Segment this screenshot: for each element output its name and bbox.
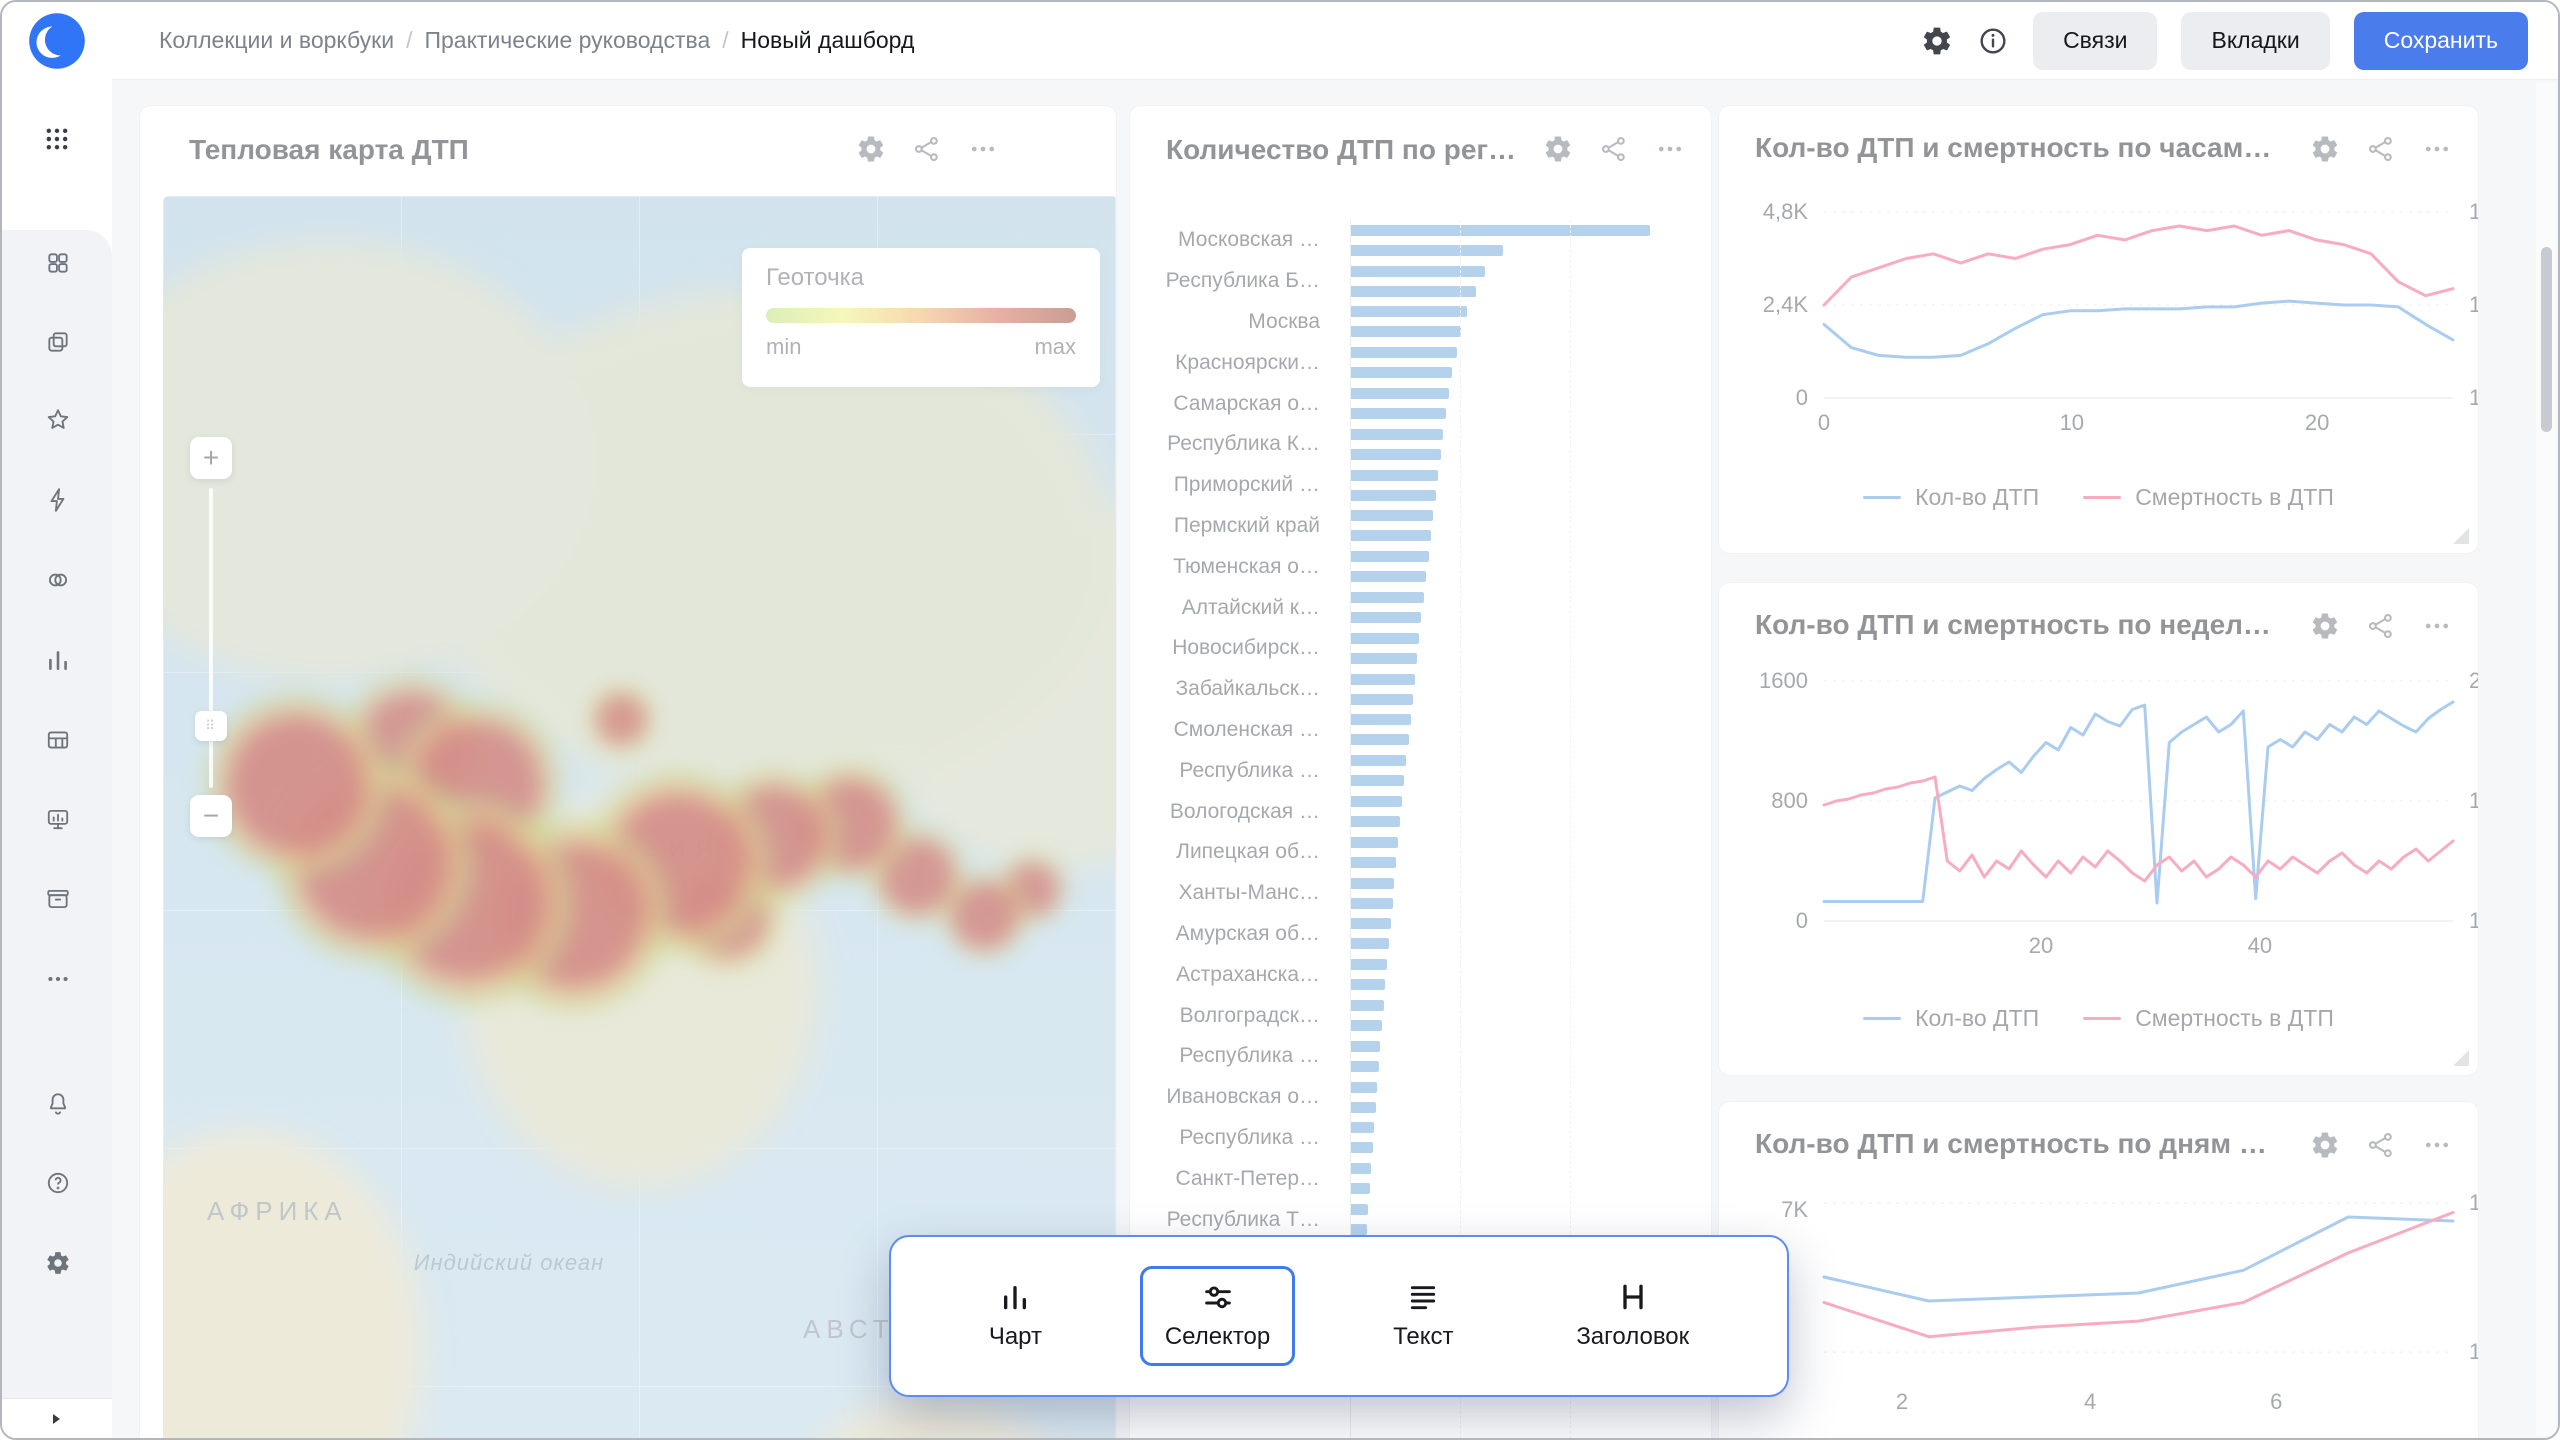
insert-chart-label: Чарт xyxy=(989,1323,1042,1351)
selector-sliders-icon xyxy=(1202,1281,1234,1313)
collapse-sidebar-icon[interactable] xyxy=(48,1411,64,1427)
insert-selector-label: Селектор xyxy=(1165,1323,1270,1351)
favorites-star-icon[interactable] xyxy=(45,407,71,433)
text-icon xyxy=(1407,1281,1439,1313)
widgets-icon[interactable] xyxy=(45,250,71,276)
app-window: Коллекции и воркбуки / Практические руко… xyxy=(0,0,2560,1440)
datalens-logo-icon[interactable] xyxy=(28,12,86,70)
top-header: Коллекции и воркбуки / Практические руко… xyxy=(112,2,2558,80)
dashboard-settings-gear-icon[interactable] xyxy=(1921,25,1953,57)
insert-element-toolbar: Чарт Селектор Текст Заголовок xyxy=(889,1235,1789,1397)
vertical-scrollbar[interactable] xyxy=(2536,82,2556,1436)
save-button[interactable]: Сохранить xyxy=(2354,12,2528,70)
breadcrumb-collections[interactable]: Коллекции и воркбуки xyxy=(159,27,394,54)
breadcrumb-separator: / xyxy=(406,27,412,54)
insert-heading-button[interactable]: Заголовок xyxy=(1551,1266,1714,1366)
more-icon[interactable] xyxy=(45,966,71,992)
monitoring-icon[interactable] xyxy=(45,806,71,832)
scrollbar-thumb[interactable] xyxy=(2541,247,2552,432)
links-button[interactable]: Связи xyxy=(2033,12,2157,70)
heading-icon xyxy=(1617,1281,1649,1313)
breadcrumb-current-dashboard: Новый дашборд xyxy=(741,27,915,54)
sidebar-footer xyxy=(2,1398,112,1438)
datasets-table-icon[interactable] xyxy=(45,727,71,753)
info-icon[interactable] xyxy=(1977,25,2009,57)
insert-heading-label: Заголовок xyxy=(1576,1323,1689,1351)
storage-box-icon[interactable] xyxy=(45,886,71,912)
apps-grid-icon[interactable] xyxy=(43,125,71,153)
chart-icon xyxy=(999,1281,1031,1313)
breadcrumb: Коллекции и воркбуки / Практические руко… xyxy=(159,27,914,54)
sidebar xyxy=(2,2,112,1438)
quick-actions-lightning-icon[interactable] xyxy=(45,487,71,513)
insert-text-button[interactable]: Текст xyxy=(1368,1266,1478,1366)
insert-text-label: Текст xyxy=(1393,1323,1453,1351)
charts-icon[interactable] xyxy=(45,647,71,673)
settings-gear-icon[interactable] xyxy=(45,1250,71,1276)
notifications-bell-icon[interactable] xyxy=(45,1091,71,1117)
breadcrumb-guides[interactable]: Практические руководства xyxy=(424,27,710,54)
tabs-button[interactable]: Вкладки xyxy=(2181,12,2329,70)
help-icon[interactable] xyxy=(45,1170,71,1196)
connections-icon[interactable] xyxy=(45,567,71,593)
insert-selector-button[interactable]: Селектор xyxy=(1140,1266,1295,1366)
breadcrumb-separator: / xyxy=(722,27,728,54)
insert-chart-button[interactable]: Чарт xyxy=(964,1266,1067,1366)
workbooks-icon[interactable] xyxy=(45,329,71,355)
header-actions: Связи Вкладки Сохранить xyxy=(1921,12,2528,70)
